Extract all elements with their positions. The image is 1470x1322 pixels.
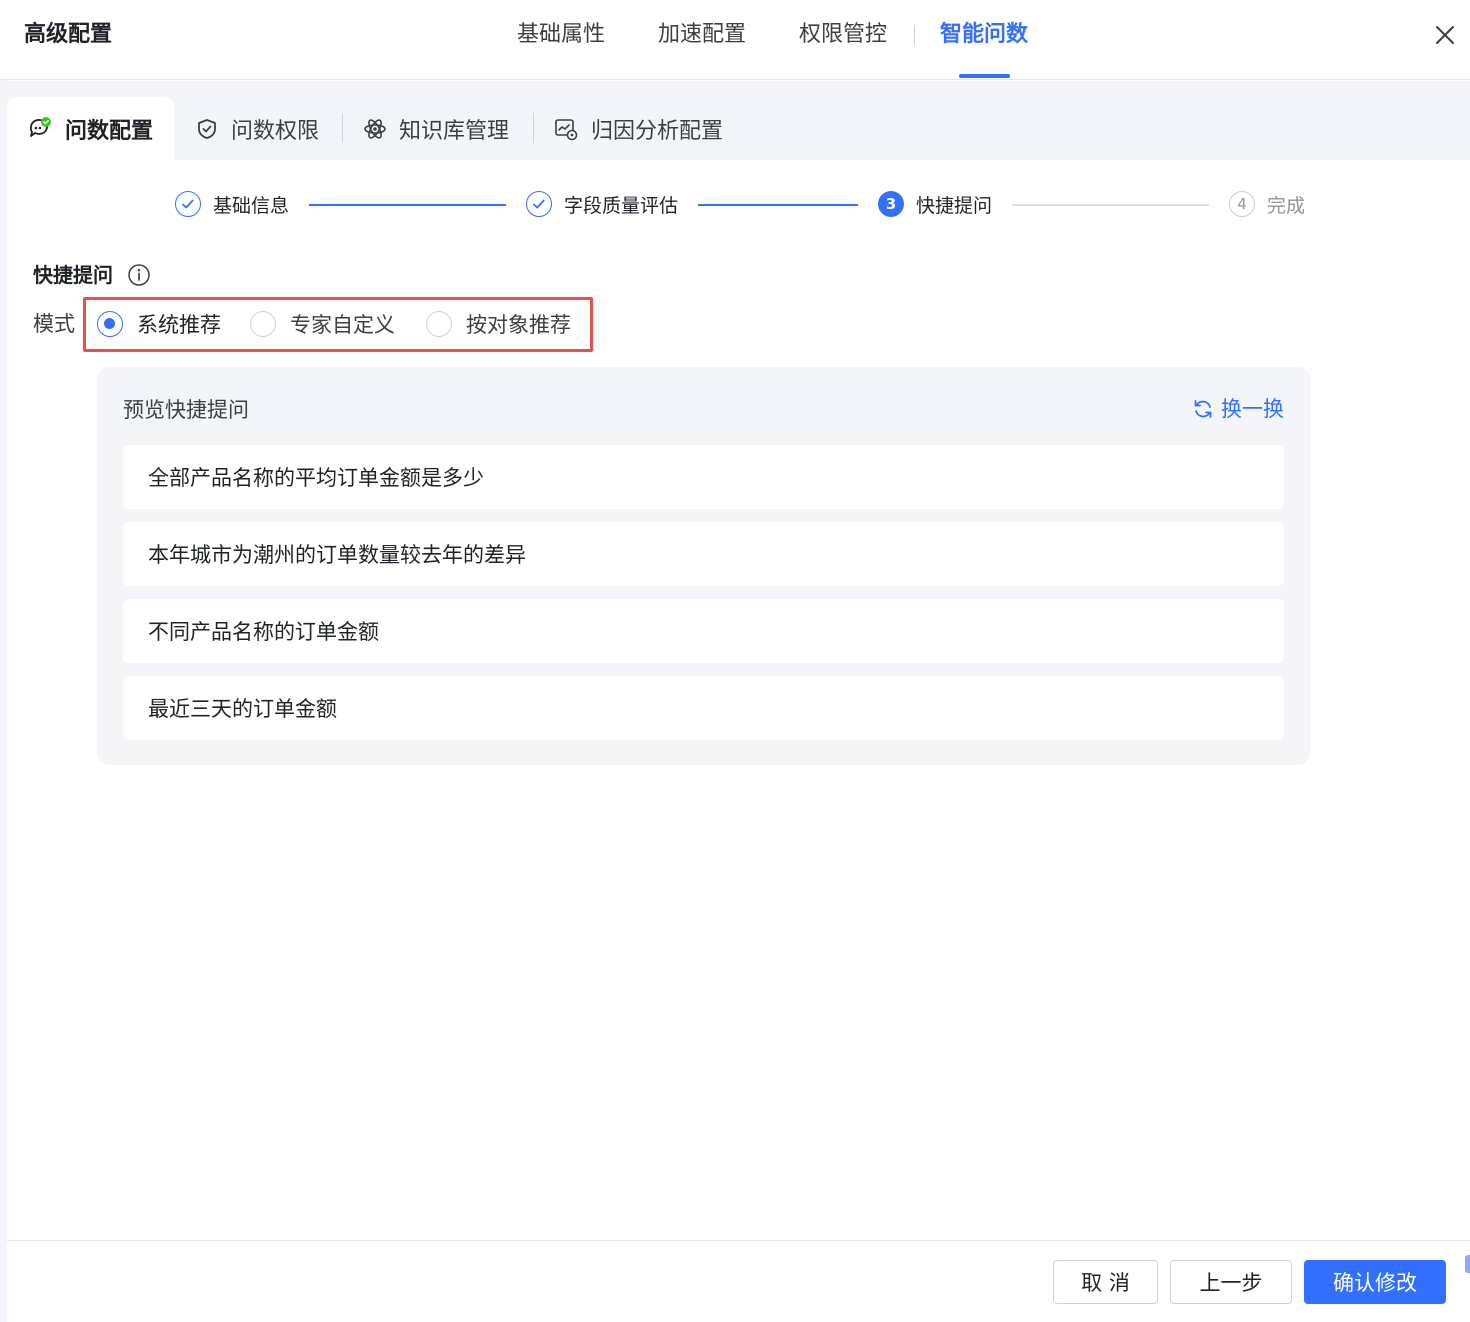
sub-tab-bar: 问数配置 问数权限 知识库管理 归因分析配置 bbox=[7, 81, 1470, 160]
close-button[interactable] bbox=[1430, 21, 1460, 49]
subtab-divider bbox=[533, 113, 534, 143]
step-connector bbox=[1012, 204, 1209, 206]
radio-expert-custom[interactable]: 专家自定义 bbox=[250, 310, 395, 338]
question-item[interactable]: 最近三天的订单金额 bbox=[123, 676, 1284, 740]
left-edge-strip bbox=[0, 80, 7, 1322]
step-quick-question: 3 快捷提问 bbox=[878, 190, 992, 218]
atom-icon bbox=[364, 118, 386, 139]
close-icon bbox=[1436, 26, 1454, 44]
info-icon[interactable] bbox=[127, 263, 151, 287]
tab-basic-properties[interactable]: 基础属性 bbox=[517, 20, 605, 50]
step-basic-info: 基础信息 bbox=[175, 190, 289, 218]
step-finish: 4 完成 bbox=[1229, 190, 1305, 218]
cancel-button[interactable]: 取 消 bbox=[1053, 1260, 1158, 1304]
check-icon bbox=[526, 191, 552, 217]
subtab-label: 问数权限 bbox=[231, 118, 320, 144]
step-number: 4 bbox=[1229, 191, 1255, 217]
question-item[interactable]: 不同产品名称的订单金额 bbox=[123, 599, 1284, 663]
step-number: 3 bbox=[878, 191, 904, 217]
refresh-button[interactable]: 换一换 bbox=[1192, 394, 1284, 424]
analysis-config-icon bbox=[555, 118, 578, 140]
question-item[interactable]: 全部产品名称的平均订单金额是多少 bbox=[123, 445, 1284, 509]
step-label: 基础信息 bbox=[213, 194, 290, 217]
step-field-quality: 字段质量评估 bbox=[526, 190, 678, 218]
confirm-button[interactable]: 确认修改 bbox=[1304, 1260, 1446, 1304]
side-edge-marker bbox=[1465, 1255, 1470, 1273]
radio-dot bbox=[250, 311, 276, 337]
active-tab-indicator bbox=[959, 74, 1010, 78]
dialog-header: 高级配置 基础属性 加速配置 权限管控 智能问数 bbox=[0, 0, 1470, 80]
question-item[interactable]: 本年城市为潮州的订单数量较去年的差异 bbox=[123, 522, 1284, 586]
check-icon bbox=[175, 191, 201, 217]
radio-dot bbox=[426, 311, 452, 337]
top-tab-bar: 基础属性 加速配置 权限管控 智能问数 bbox=[0, 0, 1470, 80]
preview-title: 预览快捷提问 bbox=[123, 398, 249, 422]
radio-label: 专家自定义 bbox=[290, 313, 395, 337]
subtab-label: 知识库管理 bbox=[399, 118, 510, 144]
preview-panel: 预览快捷提问 换一换 全部产品名称的平均订单金额是多少 本年城市为潮州的订单数量… bbox=[97, 367, 1310, 765]
tab-permission-control[interactable]: 权限管控 bbox=[799, 20, 887, 50]
tab-divider bbox=[914, 25, 915, 45]
radio-label: 按对象推荐 bbox=[466, 313, 571, 337]
refresh-icon bbox=[1194, 400, 1212, 418]
refresh-label: 换一换 bbox=[1221, 397, 1284, 421]
step-connector bbox=[309, 204, 506, 206]
section-title: 快捷提问 bbox=[33, 261, 151, 289]
step-label: 完成 bbox=[1267, 194, 1306, 217]
radio-system-recommend[interactable]: 系统推荐 bbox=[97, 310, 221, 338]
subtab-query-permission[interactable]: 问数权限 bbox=[195, 97, 319, 160]
subtab-knowledge-base[interactable]: 知识库管理 bbox=[363, 97, 509, 160]
step-label: 快捷提问 bbox=[916, 194, 993, 217]
subtab-attribution-analysis[interactable]: 归因分析配置 bbox=[553, 97, 723, 160]
section-title-text: 快捷提问 bbox=[33, 263, 113, 287]
shield-check-icon bbox=[198, 118, 216, 139]
previous-step-button[interactable]: 上一步 bbox=[1170, 1260, 1292, 1304]
chat-config-icon bbox=[29, 116, 51, 137]
subtab-divider bbox=[342, 113, 343, 143]
tab-acceleration-config[interactable]: 加速配置 bbox=[658, 20, 746, 50]
subtab-label: 归因分析配置 bbox=[591, 118, 724, 144]
radio-object-recommend[interactable]: 按对象推荐 bbox=[426, 310, 571, 338]
step-connector bbox=[698, 204, 858, 206]
radio-label: 系统推荐 bbox=[137, 313, 221, 337]
step-label: 字段质量评估 bbox=[564, 194, 679, 217]
radio-dot bbox=[97, 311, 123, 337]
subtab-query-config[interactable]: 问数配置 bbox=[7, 97, 174, 160]
subtab-label: 问数配置 bbox=[65, 118, 154, 144]
tab-smart-query[interactable]: 智能问数 bbox=[940, 20, 1028, 50]
mode-label: 模式 bbox=[33, 312, 75, 336]
